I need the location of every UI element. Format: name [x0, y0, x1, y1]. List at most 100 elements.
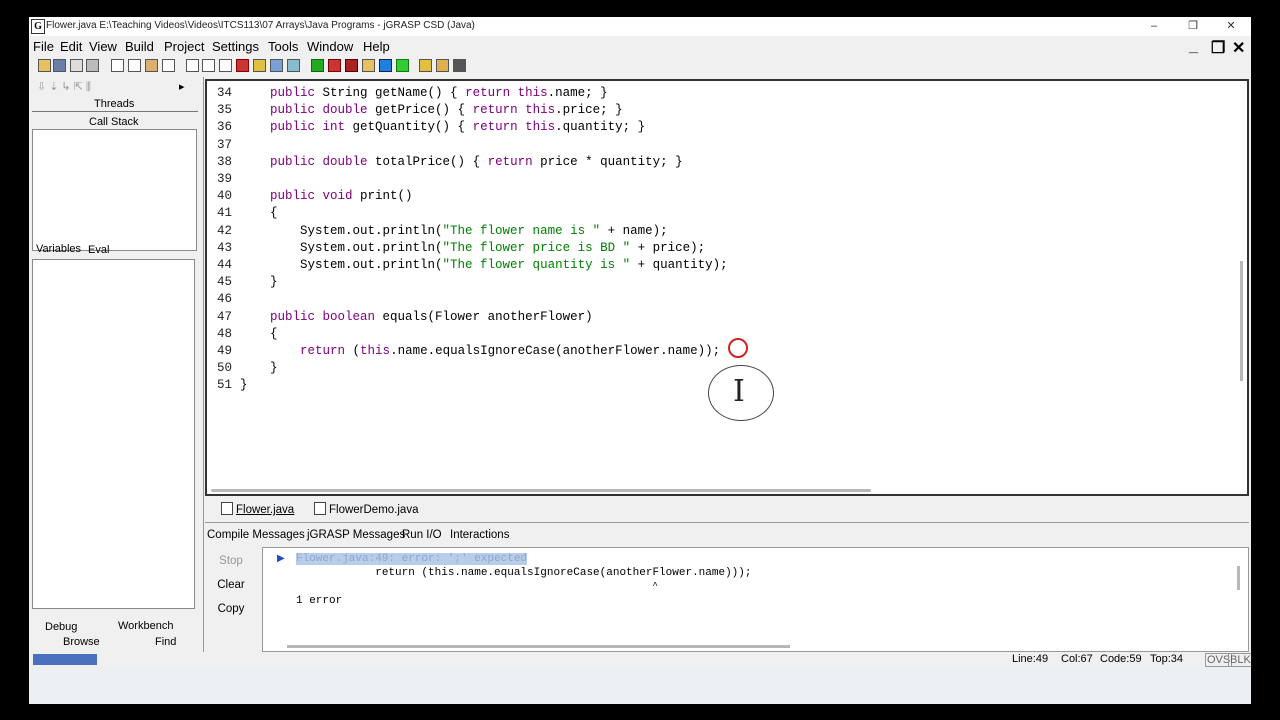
- view-mode-icons[interactable]: [33, 654, 97, 665]
- line-number: 36: [216, 120, 232, 135]
- message-splitter[interactable]: [205, 522, 1249, 523]
- eval-tab[interactable]: Eval: [88, 244, 109, 256]
- browse-tab[interactable]: Browse: [63, 636, 100, 648]
- variables-panel[interactable]: [32, 259, 195, 609]
- code-text[interactable]: public double getPrice() { return this.p…: [240, 103, 623, 117]
- new-file-icon[interactable]: [186, 59, 199, 72]
- tab-run-io[interactable]: Run I/O: [402, 529, 442, 541]
- line-number: 45: [216, 275, 232, 290]
- menu-file[interactable]: File: [33, 39, 54, 54]
- blue-square-icon[interactable]: [379, 59, 392, 72]
- code-text[interactable]: System.out.println("The flower name is "…: [240, 224, 668, 238]
- paste-icon[interactable]: [145, 59, 158, 72]
- horizontal-scrollbar[interactable]: [211, 489, 871, 492]
- error-pointer-icon: ▶: [277, 553, 285, 564]
- uml-icon[interactable]: [270, 59, 283, 72]
- book-icon[interactable]: [287, 59, 300, 72]
- left-splitter[interactable]: [203, 77, 204, 652]
- status-top: Top:34: [1150, 653, 1184, 665]
- chart-icon[interactable]: [253, 59, 266, 72]
- code-text[interactable]: }: [240, 275, 278, 289]
- code-text[interactable]: }: [240, 378, 248, 392]
- workbench-tab[interactable]: Workbench: [118, 620, 173, 632]
- compile-output[interactable]: ▶ Flower.java:49: error: ';' expected re…: [262, 547, 1249, 652]
- browse-icon[interactable]: [70, 59, 83, 72]
- copy-icon[interactable]: [128, 59, 141, 72]
- find-tab[interactable]: Find: [155, 636, 176, 648]
- menu-window[interactable]: Window: [307, 39, 353, 54]
- code-text[interactable]: }: [240, 361, 278, 375]
- output-horizontal-scrollbar[interactable]: [287, 645, 790, 648]
- minimize-button[interactable]: –: [1141, 18, 1167, 34]
- run-icon[interactable]: [328, 59, 341, 72]
- document-icon[interactable]: [453, 59, 466, 72]
- taskbar-strip: [29, 667, 1251, 704]
- close-button[interactable]: ✕: [1218, 18, 1244, 34]
- code-text[interactable]: public int getQuantity() { return this.q…: [240, 120, 645, 134]
- tab-flower-java[interactable]: Flower.java: [221, 500, 294, 520]
- step-icon[interactable]: [362, 59, 375, 72]
- stop-button[interactable]: Stop: [209, 551, 253, 571]
- vertical-scrollbar[interactable]: [1240, 261, 1243, 381]
- menu-edit[interactable]: Edit: [60, 39, 82, 54]
- line-number: 34: [216, 86, 232, 100]
- tab-compile-messages[interactable]: Compile Messages: [207, 529, 305, 541]
- toolbar: [29, 57, 1251, 76]
- menu-settings[interactable]: Settings: [212, 39, 259, 54]
- line-number: 51: [216, 378, 232, 393]
- pin-icon[interactable]: [236, 59, 249, 72]
- variables-tab[interactable]: Variables: [36, 243, 81, 255]
- menu-tools[interactable]: Tools: [268, 39, 298, 54]
- call-stack-panel[interactable]: [32, 129, 197, 251]
- open-folder-icon[interactable]: [38, 59, 51, 72]
- mdi-restore-button[interactable]: ❐: [1211, 38, 1225, 58]
- save-icon[interactable]: [53, 59, 66, 72]
- code-text[interactable]: public void print(): [240, 189, 413, 203]
- code-text[interactable]: public String getName() { return this.na…: [240, 86, 608, 100]
- threads-divider: [32, 111, 198, 112]
- code-text[interactable]: {: [240, 206, 278, 220]
- menu-help[interactable]: Help: [363, 39, 390, 54]
- debug-icon[interactable]: [345, 59, 358, 72]
- mail-icon[interactable]: [436, 59, 449, 72]
- line-number: 40: [216, 189, 232, 204]
- add-icon[interactable]: [311, 59, 324, 72]
- copy-button[interactable]: Copy: [209, 599, 253, 619]
- code-text[interactable]: System.out.println("The flower price is …: [240, 241, 705, 255]
- java-file-icon: [221, 502, 233, 515]
- code-text[interactable]: public boolean equals(Flower anotherFlow…: [240, 310, 593, 324]
- error-message-line[interactable]: Flower.java:49: error: ';' expected: [296, 553, 528, 565]
- tab-flowerdemo-java[interactable]: FlowerDemo.java: [314, 500, 418, 520]
- green-square-icon[interactable]: [396, 59, 409, 72]
- text-cursor-icon: I: [733, 374, 745, 409]
- mdi-close-button[interactable]: ✕: [1232, 38, 1245, 58]
- line-number: 49: [216, 344, 232, 358]
- undo-icon[interactable]: [162, 59, 175, 72]
- menu-project[interactable]: Project: [164, 39, 204, 54]
- line-number: 41: [216, 206, 232, 221]
- expand-arrow-icon[interactable]: ▸: [179, 80, 185, 93]
- cut-icon[interactable]: [111, 59, 124, 72]
- clear-button[interactable]: Clear: [209, 575, 253, 595]
- code-text[interactable]: System.out.println("The flower quantity …: [240, 258, 728, 272]
- restore-button[interactable]: ❐: [1180, 18, 1206, 34]
- tab-interactions[interactable]: Interactions: [450, 529, 509, 541]
- line-number: 38: [216, 154, 232, 169]
- code-editor[interactable]: 34 public String getName() { return this…: [205, 79, 1249, 496]
- status-line: Line:49: [1012, 653, 1049, 665]
- debug-tab[interactable]: Debug: [45, 621, 77, 633]
- new-file-icon[interactable]: [202, 59, 215, 72]
- code-text[interactable]: {: [240, 327, 278, 341]
- checklist-icon[interactable]: [419, 59, 432, 72]
- print-icon[interactable]: [86, 59, 99, 72]
- mdi-minimize-button[interactable]: _: [1189, 38, 1198, 56]
- output-vertical-scrollbar[interactable]: [1237, 566, 1240, 590]
- code-text[interactable]: public double totalPrice() { return pric…: [240, 155, 683, 169]
- code-text[interactable]: return (this.name.equalsIgnoreCase(anoth…: [240, 344, 720, 358]
- menu-view[interactable]: View: [89, 39, 117, 54]
- tab-jgrasp-messages[interactable]: jGRASP Messages: [307, 529, 405, 541]
- menu-build[interactable]: Build: [125, 39, 154, 54]
- new-file-icon[interactable]: [219, 59, 232, 72]
- line-number: 37: [216, 137, 232, 152]
- java-file-icon: [314, 502, 326, 515]
